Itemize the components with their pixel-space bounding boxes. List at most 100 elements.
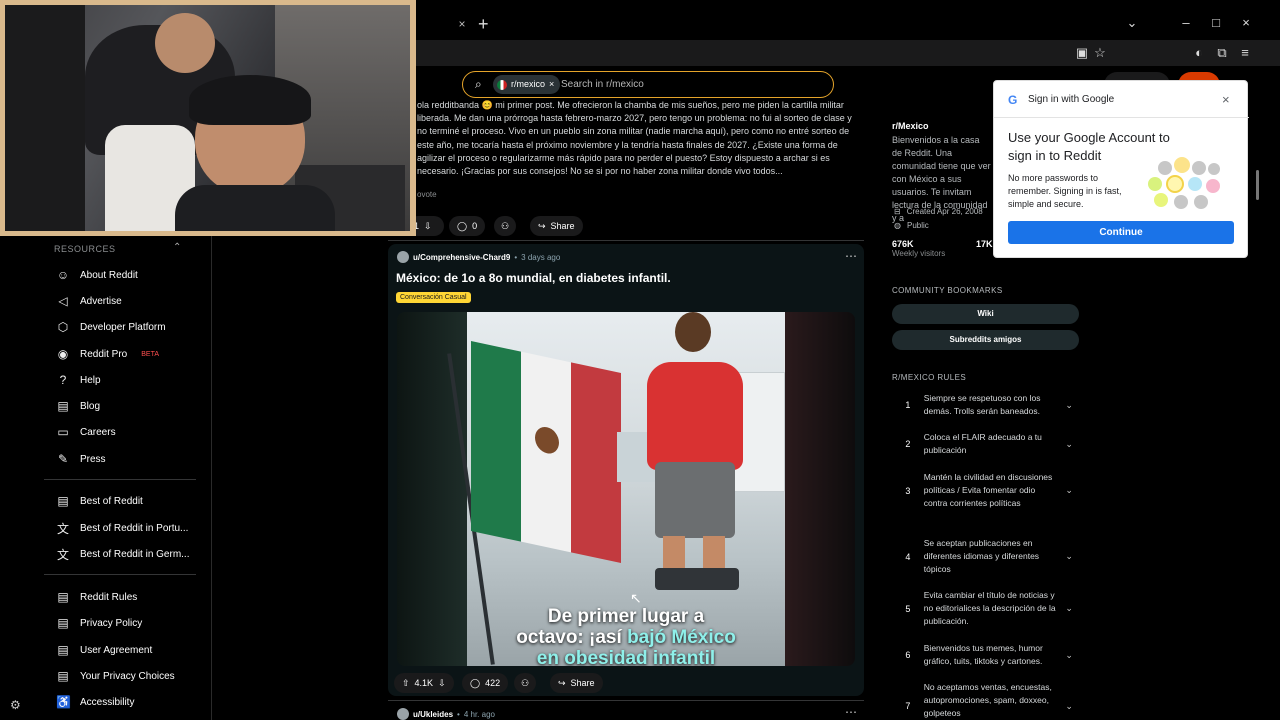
bookmarks-header: COMMUNITY BOOKMARKS — [892, 286, 1003, 295]
rule-text: Siempre se respetuoso con los demás. Tro… — [923, 393, 1041, 416]
megaphone-icon: ◁ — [58, 294, 68, 308]
avatar[interactable] — [397, 251, 409, 263]
gear-icon[interactable]: ⚙ — [10, 698, 21, 712]
prev-award-button[interactable]: ⚇ — [494, 216, 517, 236]
chevron-down-icon[interactable]: ⌄ — [1060, 551, 1078, 562]
chevron-down-icon[interactable]: ⌄ — [1060, 439, 1078, 450]
avatar[interactable] — [397, 708, 409, 720]
sidebar-item-developer-platform[interactable]: ⬡ Developer Platform — [56, 317, 206, 337]
rule-number: 4 — [905, 551, 911, 562]
sidebar-item-advertise[interactable]: ◁ Advertise — [56, 291, 206, 311]
downvote-icon[interactable]: ⇩ — [438, 678, 446, 689]
chevron-up-icon[interactable]: ⌃ — [173, 242, 181, 253]
sidebar-item-careers[interactable]: ▭ Careers — [56, 422, 206, 442]
prev-comments-button[interactable]: ◯ 0 — [449, 216, 486, 236]
caption-line-2a: octavo: ¡así — [516, 627, 628, 648]
resources-header[interactable]: RESOURCES — [54, 244, 116, 254]
rule-item[interactable]: 6 Bienvenidos tus memes, humor gráfico, t… — [898, 642, 1078, 668]
next-post-author[interactable]: u/Ukleides — [413, 710, 453, 719]
sidebar-divider — [44, 574, 196, 575]
caption-highlight: bajó México — [627, 627, 736, 648]
sidebar-item-blog[interactable]: ▤ Blog — [56, 396, 206, 416]
created-date: Created Apr 26, 2008 — [906, 207, 983, 216]
book-icon: ▤ — [57, 590, 69, 604]
scrollbar-thumb[interactable] — [1256, 170, 1259, 200]
window-close-button[interactable]: × — [1236, 14, 1256, 32]
sidebar-item-privacy-choices[interactable]: ▤ Your Privacy Choices — [56, 666, 206, 686]
chevron-down-icon[interactable]: ⌄ — [1060, 400, 1078, 411]
minimize-button[interactable]: – — [1176, 14, 1196, 32]
downvote-icon[interactable]: ⇩ — [424, 221, 432, 232]
sidebar-item-privacy-policy[interactable]: ▤ Privacy Policy — [56, 613, 206, 633]
sidebar-divider — [44, 479, 196, 480]
prev-share-label: Share — [550, 221, 575, 231]
community-name[interactable]: r/Mexico — [892, 121, 929, 131]
close-icon[interactable]: × — [1222, 92, 1230, 107]
caption-line-2: octavo: ¡así bajó México — [397, 627, 855, 648]
sidebar-item-reddit-rules[interactable]: ▤ Reddit Rules — [56, 587, 206, 607]
sidebar-item-best-of-reddit[interactable]: ▤ Best of Reddit — [56, 491, 206, 511]
post-score: 4.1K — [414, 678, 434, 688]
tab-list-chevron-icon[interactable]: ⌄ — [1122, 14, 1142, 32]
install-app-icon[interactable]: ▣ — [1073, 45, 1091, 61]
sidebar-item-help[interactable]: ? Help — [56, 370, 206, 390]
more-options-icon[interactable]: ⋯ — [845, 249, 857, 263]
chevron-down-icon[interactable]: ⌄ — [1060, 603, 1078, 614]
search-input[interactable]: ⌕ r/mexico × Search in r/mexico — [462, 71, 834, 98]
sidebar-item-reddit-pro[interactable]: ◉ Reddit Pro BETA — [56, 344, 206, 364]
comments-button[interactable]: ◯ 422 — [462, 673, 509, 693]
bookmark-subreddits-amigos[interactable]: Subreddits amigos — [892, 330, 1079, 350]
share-button[interactable]: ↪ Share — [550, 673, 603, 693]
book-icon: ▤ — [57, 616, 69, 630]
menu-icon[interactable]: ≡ — [1236, 45, 1254, 60]
comment-icon: ◯ — [470, 677, 481, 688]
sidebar-item-accessibility[interactable]: ♿ Accessibility — [56, 692, 206, 712]
post-image[interactable]: De primer lugar a octavo: ¡así bajó Méxi… — [397, 312, 855, 666]
continue-button[interactable]: Continue — [1008, 221, 1234, 244]
rule-text: Se aceptan publicaciones en diferentes i… — [923, 538, 1040, 574]
new-tab-button[interactable]: + — [478, 14, 489, 34]
bookmark-wiki[interactable]: Wiki — [892, 304, 1079, 324]
rule-text: No aceptamos ventas, encuestas, autoprom… — [923, 682, 1052, 718]
prev-share-button[interactable]: ↪ Share — [530, 216, 583, 236]
post-title[interactable]: México: de 1o a 8o mundial, en diabetes … — [396, 271, 671, 285]
separator-dot: • — [457, 709, 460, 719]
tab-close-icon[interactable]: × — [455, 17, 469, 31]
vote-group[interactable]: ⇧ 4.1K ⇩ — [394, 673, 454, 693]
more-options-icon[interactable]: ⋯ — [845, 705, 857, 719]
rule-item[interactable]: 4 Se aceptan publicaciones en diferentes … — [898, 537, 1078, 576]
extension-icon[interactable]: ◐ — [1190, 45, 1208, 60]
bookmark-star-icon[interactable]: ☆ — [1091, 45, 1109, 61]
rule-text: Mantén la civilidad en discusiones polít… — [923, 472, 1053, 508]
rule-item[interactable]: 7 No aceptamos ventas, encuestas, autopro… — [898, 681, 1078, 720]
rule-item[interactable]: 1 Siempre se respetuoso con los demás. Tr… — [898, 392, 1078, 418]
sidebar-item-label: About Reddit — [80, 269, 138, 281]
rule-item[interactable]: 5 Evita cambiar el título de noticias y n… — [898, 589, 1078, 628]
chevron-down-icon[interactable]: ⌄ — [1060, 701, 1078, 712]
sidebar-item-best-of-reddit-portuguese[interactable]: 文 Best of Reddit in Portu... — [56, 518, 206, 538]
hexagon-icon: ⬡ — [57, 320, 69, 334]
child-head — [675, 312, 711, 352]
sidebar-item-user-agreement[interactable]: ▤ User Agreement — [56, 640, 206, 660]
award-button[interactable]: ⚇ — [514, 673, 537, 693]
share-label: Share — [570, 678, 595, 688]
puzzle-icon[interactable]: ⧉ — [1213, 45, 1231, 61]
rule-item[interactable]: 2 Coloca el FLAIR adecuado a tu publicaci… — [898, 431, 1078, 457]
maximize-button[interactable]: □ — [1206, 14, 1226, 32]
sidebar-item-about-reddit[interactable]: ☺ About Reddit — [56, 265, 206, 285]
chip-close-icon[interactable]: × — [549, 75, 554, 94]
sidebar-item-best-of-reddit-german[interactable]: 文 Best of Reddit in Germ... — [56, 544, 206, 564]
post-author[interactable]: u/Comprehensive-Chard9 — [413, 253, 510, 262]
sidebar-item-label: Advertise — [80, 295, 122, 307]
chevron-down-icon[interactable]: ⌄ — [1060, 485, 1078, 496]
subreddit-chip[interactable]: r/mexico × — [493, 75, 561, 94]
book-icon: ▤ — [57, 643, 69, 657]
sidebar-item-press[interactable]: ✎ Press — [56, 449, 206, 469]
upvote-icon[interactable]: ⇧ — [402, 678, 410, 689]
rule-item[interactable]: 3 Mantén la civilidad en discusiones polí… — [898, 471, 1078, 510]
visitors-stat: 676K Weekly visitors — [892, 239, 945, 258]
post-flair[interactable]: Conversación Casual — [396, 292, 471, 303]
globe-icon: ◍ — [894, 221, 901, 230]
chevron-down-icon[interactable]: ⌄ — [1060, 650, 1078, 661]
rule-number: 3 — [905, 485, 911, 496]
